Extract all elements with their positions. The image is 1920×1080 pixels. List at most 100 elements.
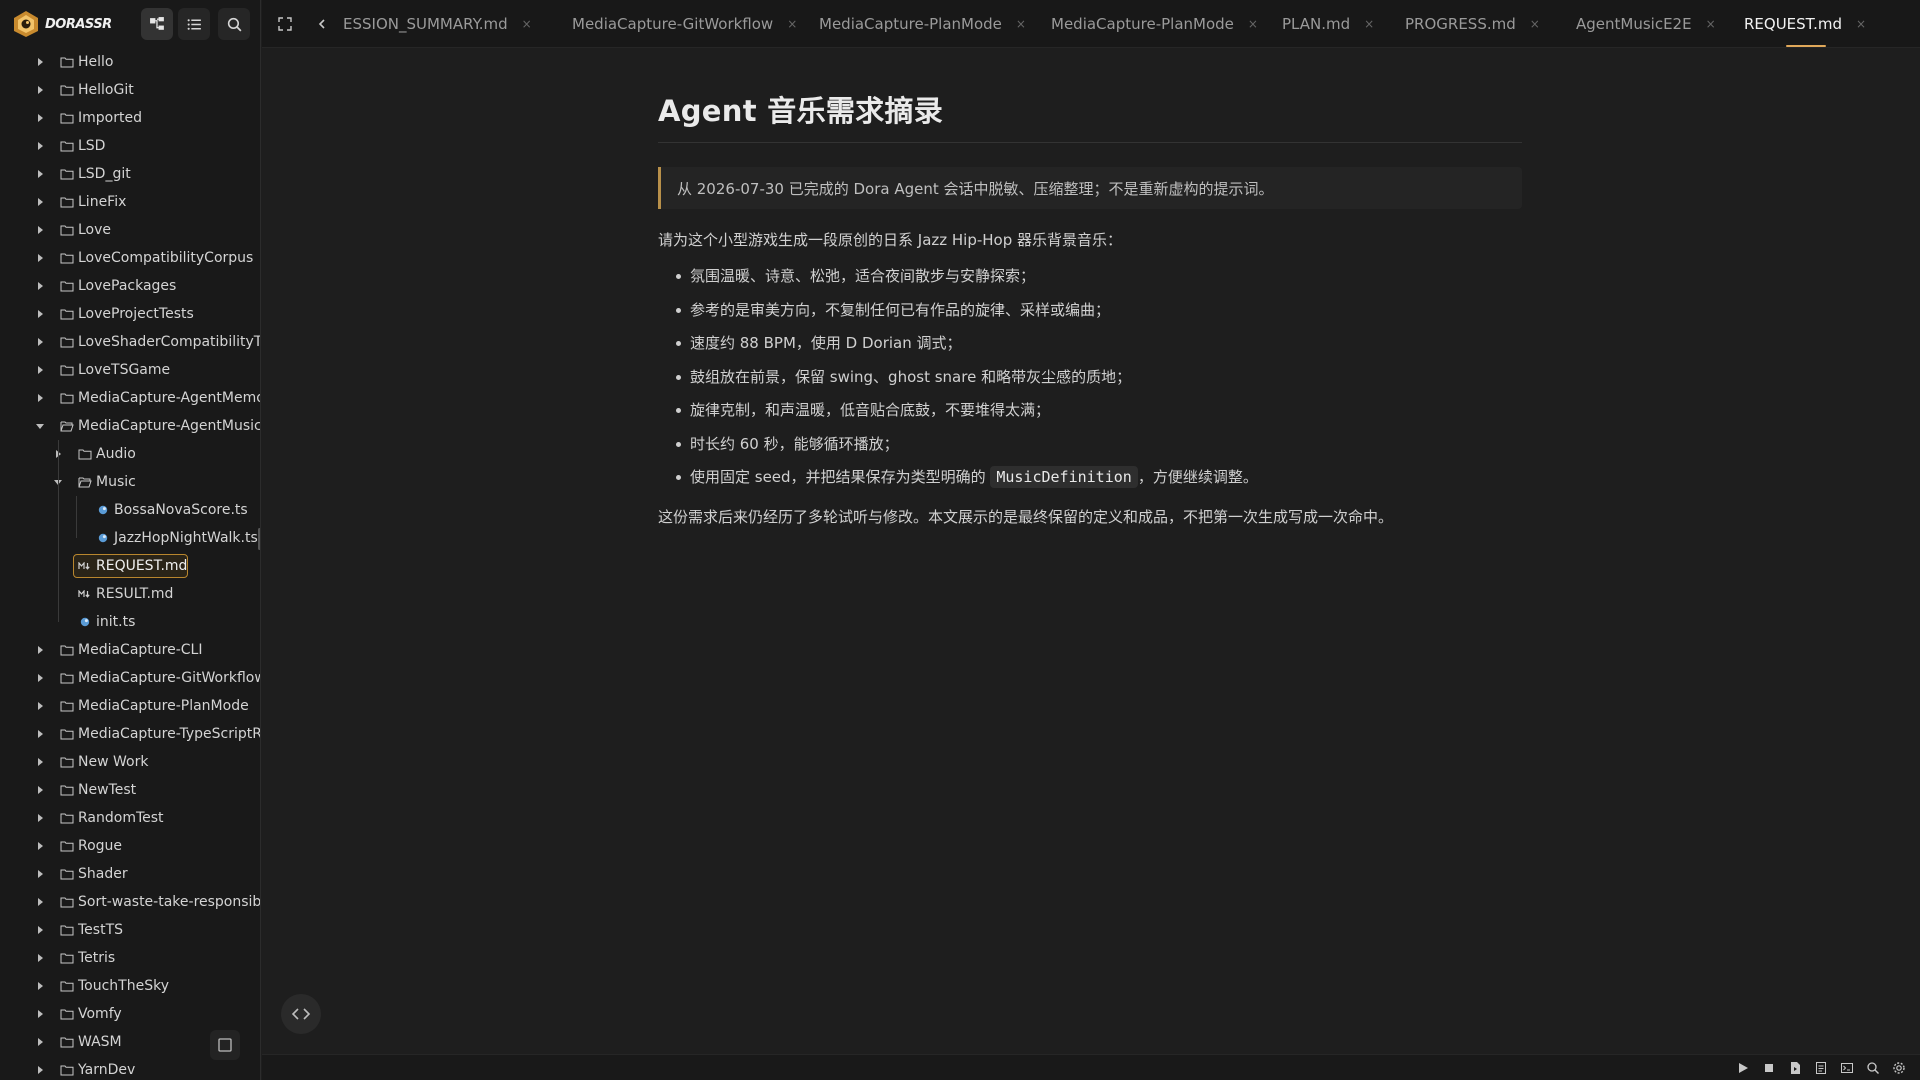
caret-right-icon[interactable]	[35, 813, 45, 823]
sidebar-scrollbar[interactable]	[258, 528, 260, 550]
editor-tab[interactable]: MediaCapture-GitWorkflow ×	[572, 0, 797, 48]
caret-right-icon[interactable]	[35, 57, 45, 67]
tree-item-label: Music	[96, 474, 136, 490]
tree-folder-item[interactable]: Vomfy	[0, 1000, 260, 1028]
terminal-button[interactable]	[1839, 1060, 1855, 1076]
caret-right-icon[interactable]	[35, 197, 45, 207]
caret-right-icon[interactable]	[35, 225, 45, 235]
caret-right-icon[interactable]	[35, 281, 45, 291]
tree-file-item[interactable]: RESULT.md	[0, 580, 260, 608]
tree-folder-item[interactable]: MediaCapture-PlanMode	[0, 692, 260, 720]
tree-folder-item[interactable]: LovePackages	[0, 272, 260, 300]
tab-close-icon[interactable]: ×	[787, 17, 797, 31]
tab-close-icon[interactable]: ×	[1364, 17, 1374, 31]
tree-file-item[interactable]: init.ts	[0, 608, 260, 636]
tree-folder-item[interactable]: Audio	[0, 440, 260, 468]
tree-folder-item[interactable]: RandomTest	[0, 804, 260, 832]
tree-folder-item[interactable]: NewTest	[0, 776, 260, 804]
caret-right-icon[interactable]	[35, 253, 45, 263]
document-button[interactable]	[1813, 1060, 1829, 1076]
tree-folder-item[interactable]: TestTS	[0, 916, 260, 944]
caret-right-icon[interactable]	[35, 309, 45, 319]
tree-folder-item[interactable]: Love	[0, 216, 260, 244]
tab-close-icon[interactable]: ×	[522, 17, 532, 31]
tree-folder-item[interactable]: MediaCapture-AgentMusic	[0, 412, 260, 440]
tab-close-icon[interactable]: ×	[1016, 17, 1026, 31]
outline-list-button[interactable]	[178, 8, 210, 40]
editor-tab[interactable]: ESSION_SUMMARY.md ×	[343, 0, 532, 48]
tab-close-icon[interactable]: ×	[1856, 17, 1866, 31]
tree-folder-item[interactable]: MediaCapture-GitWorkflow	[0, 664, 260, 692]
tree-file-item[interactable]: JazzHopNightWalk.ts	[0, 524, 260, 552]
tree-folder-item[interactable]: TouchTheSky	[0, 972, 260, 1000]
tree-folder-item[interactable]: MediaCapture-CLI	[0, 636, 260, 664]
caret-right-icon[interactable]	[35, 141, 45, 151]
status-search-button[interactable]	[1865, 1060, 1881, 1076]
caret-right-icon[interactable]	[35, 169, 45, 179]
toggle-source-button[interactable]	[281, 994, 321, 1034]
editor-tab[interactable]: PROGRESS.md ×	[1405, 0, 1540, 48]
tab-close-icon[interactable]: ×	[1248, 17, 1258, 31]
tab-close-icon[interactable]: ×	[1530, 17, 1540, 31]
caret-right-icon[interactable]	[35, 701, 45, 711]
editor-tab[interactable]: MediaCapture-PlanMode ×	[1051, 0, 1258, 48]
caret-right-icon[interactable]	[35, 1065, 45, 1075]
tree-folder-item[interactable]: Tetris	[0, 944, 260, 972]
stop-button[interactable]	[1761, 1060, 1777, 1076]
caret-right-icon[interactable]	[35, 113, 45, 123]
file-tree-button[interactable]	[141, 8, 173, 40]
editor-tab[interactable]: PLAN.md ×	[1282, 0, 1374, 48]
tree-folder-item[interactable]: LoveTSGame	[0, 356, 260, 384]
caret-right-icon[interactable]	[35, 981, 45, 991]
caret-right-icon[interactable]	[35, 869, 45, 879]
caret-down-icon[interactable]	[35, 421, 45, 431]
editor-tab[interactable]: REQUEST.md ×	[1744, 0, 1866, 48]
caret-right-icon[interactable]	[35, 757, 45, 767]
fullscreen-button[interactable]	[275, 14, 295, 34]
tree-folder-item[interactable]: Music	[0, 468, 260, 496]
tree-folder-item[interactable]: LineFix	[0, 188, 260, 216]
tree-folder-item[interactable]: Hello	[0, 48, 260, 76]
tab-close-icon[interactable]: ×	[1706, 17, 1716, 31]
caret-right-icon[interactable]	[35, 785, 45, 795]
tree-folder-item[interactable]: LoveCompatibilityCorpus	[0, 244, 260, 272]
tree-folder-item[interactable]: Shader	[0, 860, 260, 888]
caret-right-icon[interactable]	[35, 393, 45, 403]
caret-right-icon[interactable]	[35, 85, 45, 95]
editor-tab[interactable]: MediaCapture-PlanMode ×	[819, 0, 1026, 48]
caret-right-icon[interactable]	[35, 925, 45, 935]
tree-folder-item[interactable]: LoveShaderCompatibilityTes	[0, 328, 260, 356]
caret-right-icon[interactable]	[35, 897, 45, 907]
search-button[interactable]	[218, 8, 250, 40]
settings-button[interactable]	[1891, 1060, 1907, 1076]
tree-folder-item[interactable]: HelloGit	[0, 76, 260, 104]
tree-folder-item[interactable]: Imported	[0, 104, 260, 132]
tree-folder-item[interactable]: MediaCapture-TypeScriptRc	[0, 720, 260, 748]
tree-folder-item[interactable]: LoveProjectTests	[0, 300, 260, 328]
caret-right-icon[interactable]	[35, 729, 45, 739]
tab-scroll-left-button[interactable]	[312, 14, 332, 34]
tree-item-label: HelloGit	[78, 82, 134, 98]
tree-folder-item[interactable]: Rogue	[0, 832, 260, 860]
editor-tab[interactable]: AgentMusicE2E ×	[1576, 0, 1716, 48]
run-file-button[interactable]	[1787, 1060, 1803, 1076]
tree-file-item[interactable]: REQUEST.md	[0, 552, 260, 580]
tree-folder-item[interactable]: Sort-waste-take-responsibi	[0, 888, 260, 916]
tree-item-label: LoveTSGame	[78, 362, 171, 378]
tree-file-item[interactable]: BossaNovaScore.ts	[0, 496, 260, 524]
caret-right-icon[interactable]	[35, 337, 45, 347]
tree-folder-item[interactable]: LSD_git	[0, 160, 260, 188]
run-button[interactable]	[1735, 1060, 1751, 1076]
tree-folder-item[interactable]: LSD	[0, 132, 260, 160]
tree-folder-item[interactable]: MediaCapture-AgentMemor	[0, 384, 260, 412]
caret-right-icon[interactable]	[35, 645, 45, 655]
caret-right-icon[interactable]	[35, 1037, 45, 1047]
caret-right-icon[interactable]	[35, 365, 45, 375]
tree-folder-item[interactable]: New Work	[0, 748, 260, 776]
caret-right-icon[interactable]	[35, 841, 45, 851]
caret-right-icon[interactable]	[35, 673, 45, 683]
collapse-panel-button[interactable]	[210, 1030, 240, 1060]
caret-right-icon[interactable]	[35, 1009, 45, 1019]
folder-icon	[60, 197, 74, 208]
caret-right-icon[interactable]	[35, 953, 45, 963]
